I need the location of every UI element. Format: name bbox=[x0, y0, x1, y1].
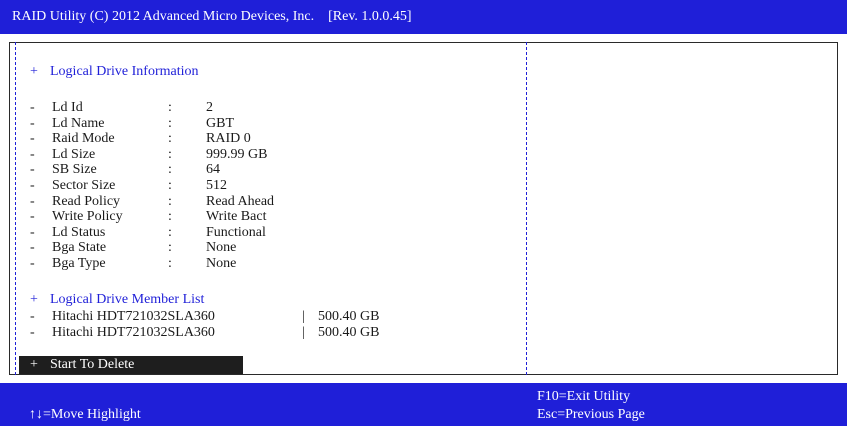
field-value: Write Bact bbox=[206, 209, 267, 225]
field-value: None bbox=[206, 256, 237, 271]
field-colon: : bbox=[168, 100, 172, 115]
field-value: Read Ahead bbox=[206, 193, 275, 209]
field-label: Raid Mode bbox=[52, 131, 115, 147]
field-label: Ld Size bbox=[52, 146, 96, 162]
start-to-delete-button[interactable]: + Start To Delete bbox=[19, 356, 243, 374]
expand-plus-icon: + bbox=[30, 64, 38, 79]
revision-label: [Rev. 1.0.0.45] bbox=[328, 9, 412, 24]
section-heading: Logical Drive Member List bbox=[50, 292, 205, 307]
field-value: 64 bbox=[206, 162, 220, 178]
field-value: None bbox=[206, 240, 237, 256]
bullet-dash: - bbox=[30, 224, 35, 240]
bullet-dash: - bbox=[30, 309, 35, 324]
drive-model: Hitachi HDT721032SLA360 bbox=[52, 309, 215, 324]
field-value: 512 bbox=[206, 178, 227, 193]
drive-size: 500.40 GB bbox=[318, 309, 380, 324]
field-colon: : bbox=[168, 115, 172, 131]
field-label: Ld Id bbox=[52, 100, 83, 115]
bullet-dash: - bbox=[30, 256, 35, 271]
expand-plus-icon: + bbox=[30, 292, 38, 307]
field-colon: : bbox=[168, 209, 172, 225]
app-title: RAID Utility (C) 2012 Advanced Micro Dev… bbox=[12, 9, 315, 24]
bullet-dash: - bbox=[30, 178, 35, 193]
field-label: Sector Size bbox=[52, 178, 116, 193]
section-logical-drive-information: + Logical Drive Information bbox=[30, 64, 199, 80]
field-colon: : bbox=[168, 193, 172, 209]
column-separator: | bbox=[302, 309, 305, 324]
field-value: 999.99 GB bbox=[206, 146, 268, 162]
bullet-dash: - bbox=[30, 100, 35, 115]
help-bar: ↑↓=Move Highlight F10=Exit Utility Esc=P… bbox=[0, 383, 847, 426]
field-value: RAID 0 bbox=[206, 131, 251, 147]
field-value: Functional bbox=[206, 224, 266, 240]
bullet-dash: - bbox=[30, 146, 35, 162]
field-colon: : bbox=[168, 178, 172, 193]
field-colon: : bbox=[168, 131, 172, 147]
title-bar: RAID Utility (C) 2012 Advanced Micro Dev… bbox=[0, 0, 847, 34]
drive-model: Hitachi HDT721032SLA360 bbox=[52, 324, 215, 340]
field-colon: : bbox=[168, 240, 172, 256]
field-colon: : bbox=[168, 224, 172, 240]
move-highlight-hint: ↑↓=Move Highlight bbox=[29, 407, 141, 422]
field-label: Read Policy bbox=[52, 193, 121, 209]
section-member-list: + Logical Drive Member List bbox=[30, 292, 204, 308]
field-label: Write Policy bbox=[52, 209, 123, 225]
bullet-dash: - bbox=[30, 131, 35, 147]
exit-utility-hint: F10=Exit Utility bbox=[537, 389, 631, 404]
bullet-dash: - bbox=[30, 193, 35, 209]
bullet-dash: - bbox=[30, 240, 35, 256]
field-label: Bga State bbox=[52, 240, 107, 256]
bullet-dash: - bbox=[30, 209, 35, 225]
field-value: 2 bbox=[206, 100, 213, 115]
field-value: GBT bbox=[206, 115, 234, 131]
plus-icon: + bbox=[30, 357, 38, 372]
bullet-dash: - bbox=[30, 115, 35, 131]
field-colon: : bbox=[168, 256, 172, 271]
section-heading: Logical Drive Information bbox=[50, 64, 199, 79]
drive-size: 500.40 GB bbox=[318, 324, 380, 340]
left-dashed-border bbox=[15, 42, 16, 375]
bullet-dash: - bbox=[30, 324, 35, 340]
column-separator: | bbox=[302, 324, 305, 340]
field-label: Ld Status bbox=[52, 224, 106, 240]
field-label: SB Size bbox=[52, 162, 97, 178]
field-colon: : bbox=[168, 146, 172, 162]
field-label: Bga Type bbox=[52, 256, 106, 271]
field-label: Ld Name bbox=[52, 115, 105, 131]
button-label: Start To Delete bbox=[50, 357, 135, 372]
bullet-dash: - bbox=[30, 162, 35, 178]
panel-divider bbox=[526, 42, 527, 375]
previous-page-hint: Esc=Previous Page bbox=[537, 407, 645, 422]
field-colon: : bbox=[168, 162, 172, 178]
